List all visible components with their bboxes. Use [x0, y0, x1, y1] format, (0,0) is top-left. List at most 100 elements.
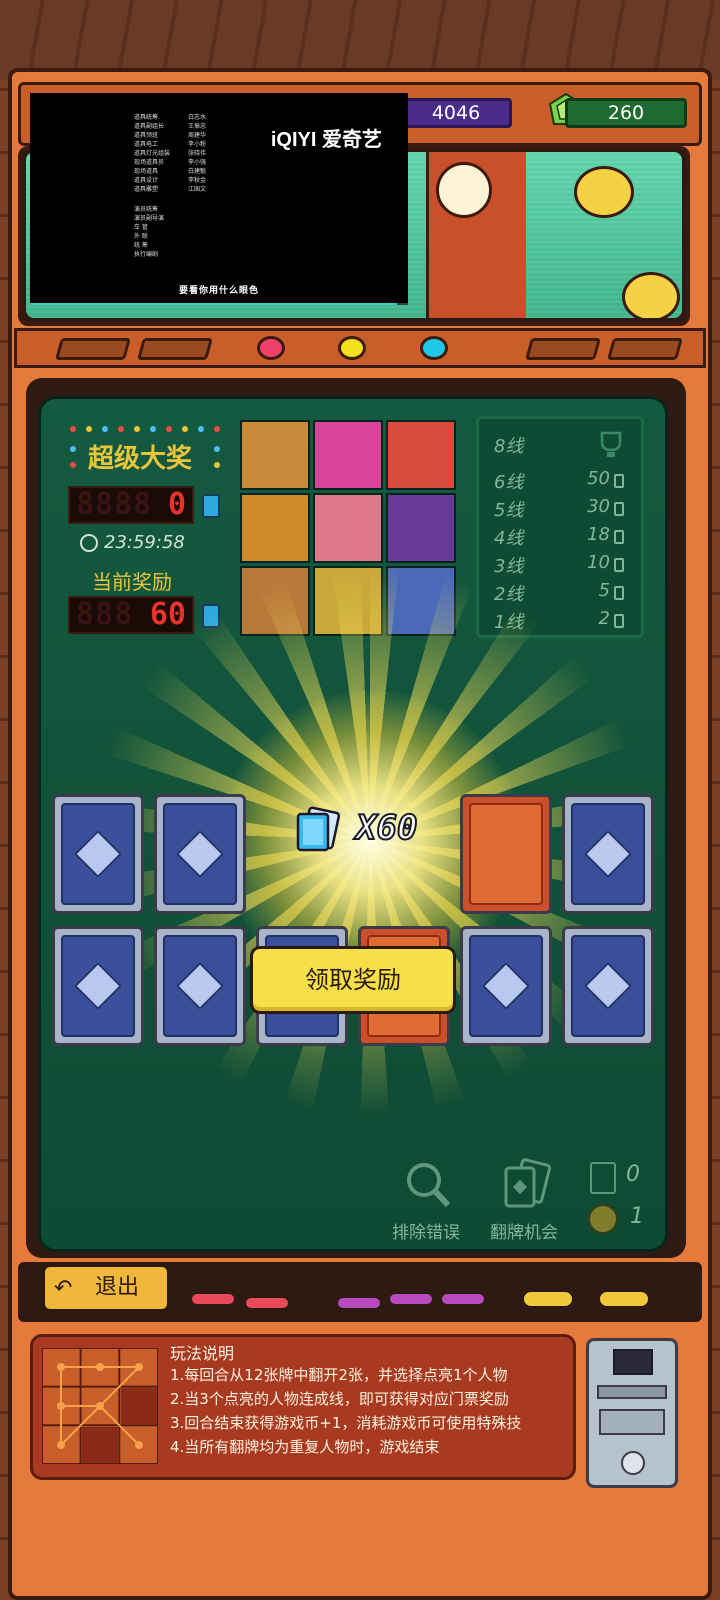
video-progress-fill — [30, 303, 397, 305]
credit-line: 道具电工 — [134, 141, 159, 148]
credits-mid: 白志水 王振忠 周建华 李小粉 张晓伟 李小强 白建魁 李秋金 江国文 — [188, 113, 206, 194]
token-machine[interactable] — [586, 1338, 678, 1488]
portrait-witch[interactable] — [386, 493, 456, 563]
portrait-cowboy[interactable] — [240, 420, 310, 490]
marquee-dot — [214, 446, 220, 452]
arcade-button[interactable] — [440, 1292, 486, 1306]
slot-panel — [607, 338, 683, 360]
ticket-icon — [614, 474, 624, 488]
paytable-row: 8线 — [494, 432, 624, 460]
keyhole-icon — [621, 1451, 645, 1475]
paytable-line-label: 6线 — [494, 472, 524, 493]
ticket-count: 0 — [626, 1162, 640, 1187]
marquee-dot — [182, 426, 188, 432]
paytable-line-label: 5线 — [494, 500, 524, 521]
credit-line: 白志水 — [188, 114, 207, 121]
marquee-dot — [102, 426, 108, 432]
paytable-reward-value: 50 — [587, 468, 610, 489]
face-down-card[interactable] — [460, 926, 552, 1046]
iqiyi-logo: iQIYI 爱奇艺 — [270, 129, 382, 151]
marquee-dot — [70, 426, 76, 432]
arcade-button[interactable] — [522, 1290, 574, 1308]
machine-panel — [599, 1409, 665, 1435]
credits-lower: 演员统筹 演员副导演车 管外 联统 筹执行编剧 — [134, 205, 164, 259]
magnifier-icon[interactable] — [400, 1160, 454, 1210]
yellow-light — [338, 336, 366, 360]
credit-line: 江国文 — [188, 186, 207, 193]
paytable-reward-value: 18 — [587, 524, 610, 545]
credit-line: 车 管 — [134, 224, 148, 231]
credit-line: 李小粉 — [188, 141, 207, 148]
paytable-reward-value: 30 — [587, 496, 610, 517]
credit-line: 李小强 — [188, 159, 207, 166]
jackpot-value: 0 — [167, 487, 186, 522]
face-down-card[interactable] — [154, 926, 246, 1046]
slot-panel — [525, 338, 601, 360]
ticket-icon — [202, 494, 220, 518]
red-light — [257, 336, 285, 360]
video-progress-bar[interactable] — [30, 303, 408, 305]
clock-icon — [80, 534, 98, 552]
portrait-pink-woman[interactable] — [313, 493, 383, 563]
face-down-card[interactable] — [154, 794, 246, 914]
paytable-line-label: 8线 — [494, 436, 524, 457]
current-reward-value: 60 — [149, 597, 186, 632]
current-reward-display: 888 60 — [68, 596, 194, 634]
face-down-card[interactable] — [52, 794, 144, 914]
machine-screen — [613, 1349, 653, 1375]
ticket-icon — [614, 558, 624, 572]
marquee-dot — [118, 426, 124, 432]
marquee-dot — [86, 426, 92, 432]
video-caption: 要看你用什么眼色 — [178, 286, 259, 296]
credit-line: 执行编剧 — [134, 251, 159, 258]
paytable-line-label: 4线 — [494, 528, 524, 549]
paytable-row: 3线 10 — [494, 552, 624, 580]
cards-icon[interactable] — [496, 1158, 556, 1212]
video-overlay[interactable]: 道具统筹 道具副组长 道具领班 道具电工 道具灯光组装 现场道具员 现场道具 道具设计 道具雕塑… — [30, 93, 408, 305]
credit-line: 张晓伟 — [188, 150, 207, 157]
face-down-card[interactable] — [562, 926, 654, 1046]
credit-line: 统 筹 — [134, 242, 148, 249]
coin-counter: 4046 — [400, 98, 512, 128]
credit-line: 周建华 — [188, 132, 207, 139]
credit-line: 演员统筹 — [134, 206, 159, 213]
claim-reward-button[interactable]: 领取奖励 — [250, 946, 456, 1014]
credit-line: 道具设计 — [134, 177, 159, 184]
gold-coin-icon — [574, 166, 634, 218]
slot-panel — [137, 338, 213, 360]
portrait-red-hair[interactable] — [386, 420, 456, 490]
portrait-blonde[interactable] — [240, 493, 310, 563]
face-down-card[interactable] — [562, 794, 654, 914]
paytable-row: 6线 50 — [494, 468, 624, 496]
credits-left: 道具统筹 道具副组长 道具领班 道具电工 道具灯光组装 现场道具员 现场道具 道具设计 道具雕塑 — [134, 113, 170, 194]
flipped-card[interactable] — [460, 794, 552, 914]
gem-counter: 260 — [565, 98, 687, 128]
credit-line: 白建魁 — [188, 168, 207, 175]
credit-line: 李秋金 — [188, 177, 207, 184]
cyan-light — [420, 336, 448, 360]
ticket-icon — [614, 614, 624, 628]
face-down-card[interactable] — [52, 926, 144, 1046]
credit-line: 外 联 — [134, 233, 148, 240]
credit-line: 现场道具员 — [134, 159, 165, 166]
remove-error-label[interactable]: 排除错误 — [392, 1218, 460, 1243]
paytable-reward-value: 2 — [598, 608, 610, 629]
rules-title: 玩法说明 — [170, 1344, 235, 1363]
arcade-button[interactable] — [336, 1296, 382, 1310]
portrait-pink-hair[interactable] — [313, 420, 383, 490]
current-reward-title: 当前奖励 — [92, 570, 172, 594]
marquee-dot — [214, 426, 220, 432]
ticket-icon — [590, 1162, 616, 1194]
spiral-decoration — [436, 162, 492, 218]
rule-line: 4.当所有翻牌均为重复人物时，游戏结束 — [170, 1438, 440, 1456]
arcade-button[interactable] — [388, 1292, 434, 1306]
slot-panel — [55, 338, 131, 360]
rule-line: 3.回合结束获得游戏币+1，消耗游戏币可使用特殊技 — [170, 1414, 522, 1432]
arcade-button[interactable] — [244, 1296, 290, 1310]
jackpot-display: 8888 0 — [68, 486, 194, 524]
marquee-dot — [70, 446, 76, 452]
rule-line: 2.当3个点亮的人物连成线，即可获得对应门票奖励 — [170, 1390, 509, 1408]
arcade-button[interactable] — [190, 1292, 236, 1306]
arcade-button[interactable] — [598, 1290, 650, 1308]
flip-chance-label[interactable]: 翻牌机会 — [490, 1218, 558, 1243]
